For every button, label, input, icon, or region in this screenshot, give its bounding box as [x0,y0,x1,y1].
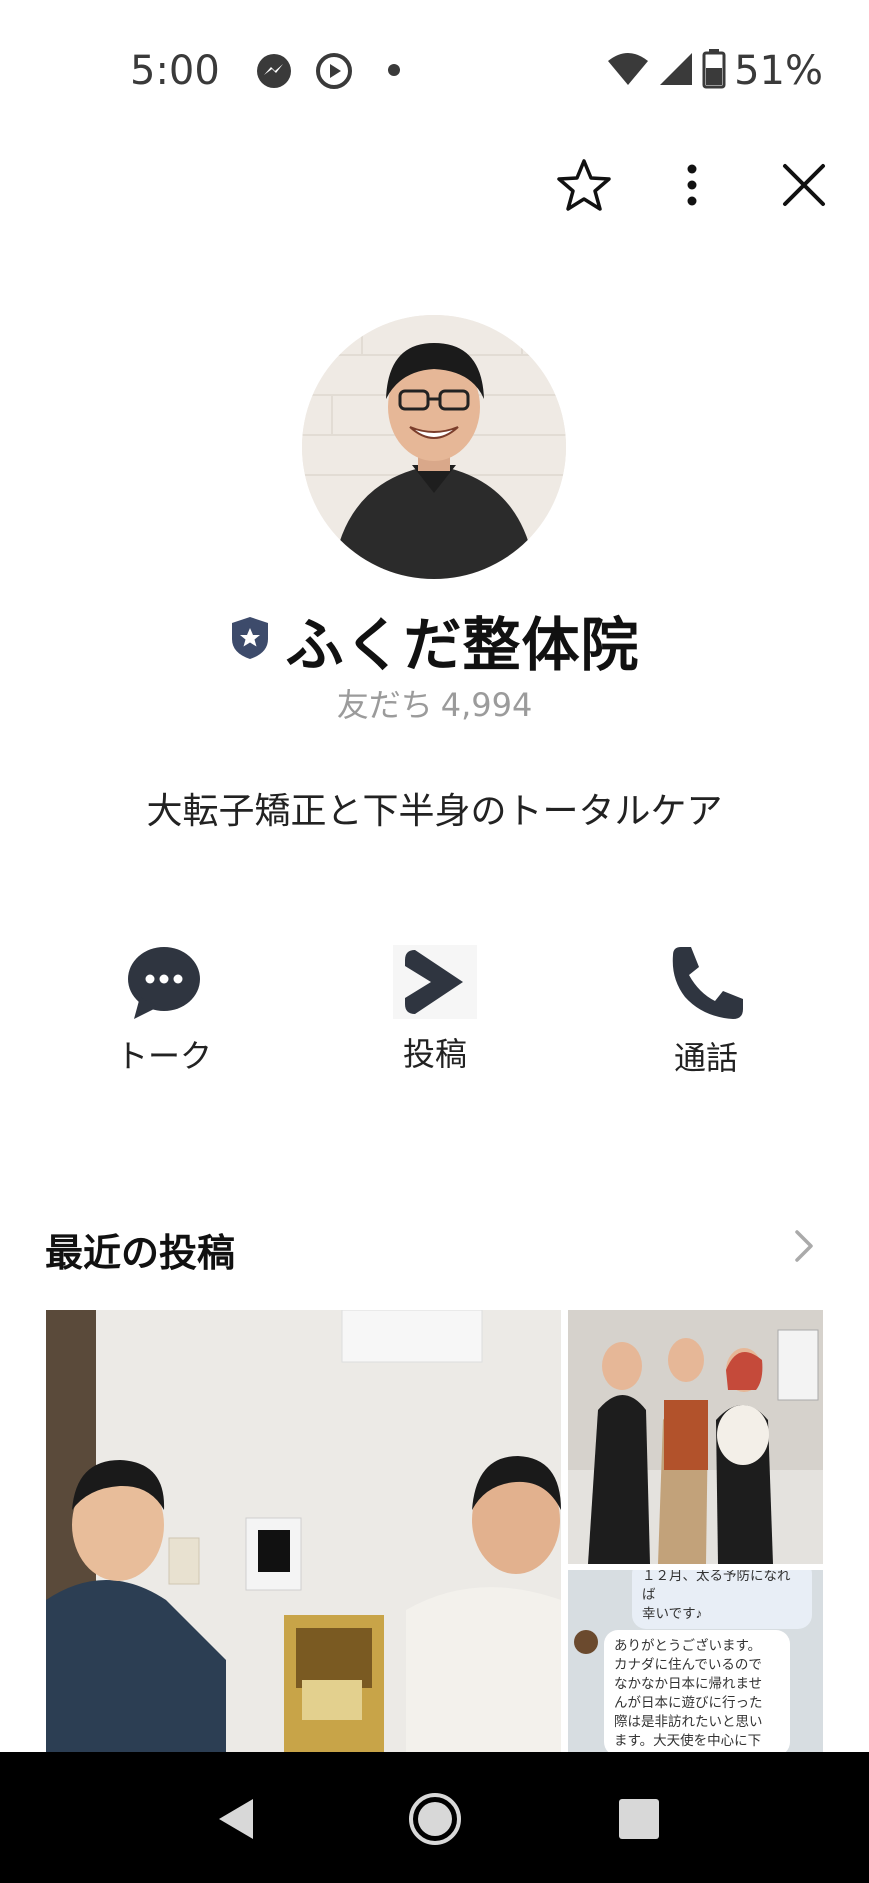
star-icon [557,159,611,211]
chat-line: ます。大天使を中心に下 [614,1733,762,1748]
chat-line: １２月、太る予防になれば [642,1570,791,1602]
signal-icon [658,51,694,91]
chat-preview-reply: １２月、太る予防になれば 幸いです♪ [632,1570,812,1629]
wifi-icon [606,51,650,91]
back-icon [219,1799,253,1839]
chat-line: んが日本に遊びに行った [614,1695,763,1710]
more-options-button[interactable] [662,155,722,215]
status-bar: 5:00 51% [0,0,869,140]
profile-name: ふくだ整体院 [285,611,640,679]
recents-icon [619,1799,659,1839]
nav-recents-button[interactable] [604,1784,674,1854]
talk-label: トーク [115,1037,212,1075]
battery-icon [702,49,726,93]
post-thumbnail-main[interactable] [46,1310,561,1752]
post-label: 投稿 [402,1035,467,1073]
friends-count: 友だち 4,994 [0,680,869,726]
post-thumbnail-chat[interactable]: １２月、太る予防になれば 幸いです♪ ありがとうございます。 カナダに住んでいる… [568,1570,823,1752]
call-label: 通話 [673,1039,738,1077]
close-icon [783,164,825,206]
chat-line: なかなか日本に帰れませ [614,1676,763,1691]
recent-posts-title: 最近の投稿 [45,1231,236,1275]
talk-button[interactable]: トーク [74,945,254,1075]
chat-icon [122,945,206,1021]
chat-line: 幸いです♪ [642,1606,703,1621]
status-message: 大転子矯正と下半身のトータルケア [146,791,723,832]
close-button[interactable] [774,155,834,215]
home-icon [409,1793,461,1845]
chat-preview-message: ありがとうございます。 カナダに住んでいるので なかなか日本に帰れませ んが日本… [604,1630,790,1752]
notification-dot-icon [388,64,400,76]
post-icon [393,945,477,1019]
nav-home-button[interactable] [400,1784,470,1854]
nav-back-button[interactable] [200,1784,270,1854]
profile-name-row: ふくだ整体院 [0,600,869,680]
chat-line: カナダに住んでいるので [614,1657,762,1672]
profile-avatar[interactable] [302,315,566,579]
messenger-icon [255,52,293,90]
more-icon [687,164,697,206]
friends-number: 4,994 [440,686,533,724]
phone-icon [664,945,748,1023]
friends-label: 友だち [336,686,433,724]
chat-line: 際は是非訪れたいと思い [614,1714,763,1729]
call-button[interactable]: 通話 [616,945,796,1077]
chevron-right-icon[interactable] [783,1226,823,1266]
status-time: 5:00 [130,48,220,94]
chat-line: ありがとうございます。 [614,1638,762,1653]
post-button[interactable]: 投稿 [345,945,525,1075]
status-right: 51% [606,48,823,94]
battery-percentage: 51% [734,48,823,94]
favorite-button[interactable] [554,155,614,215]
media-icon [315,52,353,90]
chat-avatar [574,1630,598,1654]
system-nav-bar [0,1752,869,1883]
official-badge-icon [229,615,271,665]
post-thumbnail-group-photo[interactable] [568,1310,823,1564]
